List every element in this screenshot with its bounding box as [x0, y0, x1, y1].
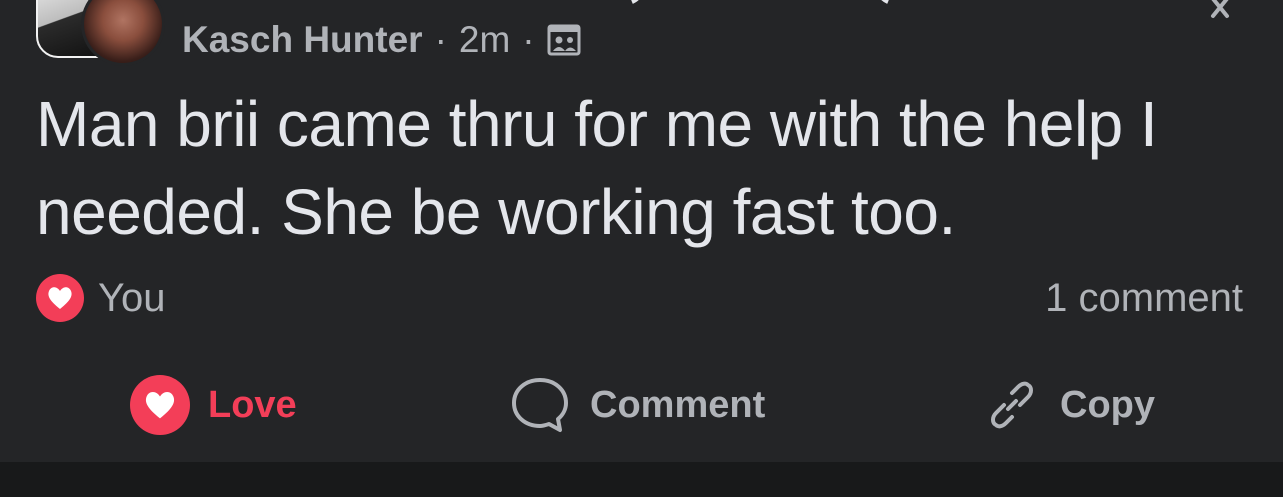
reaction-summary[interactable]: You: [36, 274, 166, 322]
love-button[interactable]: Love: [130, 360, 297, 450]
comment-button[interactable]: Comment: [510, 360, 765, 450]
photo-audience-icon[interactable]: [547, 23, 581, 57]
post-card: Kasch Hunter · 2m · Man brii came thru f…: [0, 0, 1283, 462]
post-text: Man brii came thru for me with the help …: [36, 88, 1158, 248]
separator-dot: ·: [434, 19, 447, 60]
comment-label: Comment: [590, 383, 766, 426]
close-icon[interactable]: [1197, 0, 1243, 20]
feed-separator: [0, 462, 1283, 497]
heart-icon: [130, 375, 190, 435]
separator-dot: ·: [522, 19, 535, 60]
avatar-group[interactable]: [36, 0, 165, 66]
link-icon: [991, 381, 1033, 429]
heart-icon: [36, 274, 84, 322]
love-label: Love: [208, 383, 297, 426]
post-time[interactable]: 2m: [459, 19, 510, 61]
comment-count[interactable]: 1 comment: [1045, 274, 1243, 322]
copy-label: Copy: [1060, 383, 1155, 426]
action-bar: Love Comment Copy: [0, 360, 1283, 450]
cropped-header-fragment: [631, 0, 889, 4]
copy-button[interactable]: Copy: [984, 360, 1155, 450]
author-name[interactable]: Kasch Hunter: [182, 19, 423, 61]
reaction-names: You: [98, 275, 166, 320]
comment-bubble-icon: [512, 378, 568, 432]
post-header: Kasch Hunter · 2m ·: [182, 18, 581, 62]
